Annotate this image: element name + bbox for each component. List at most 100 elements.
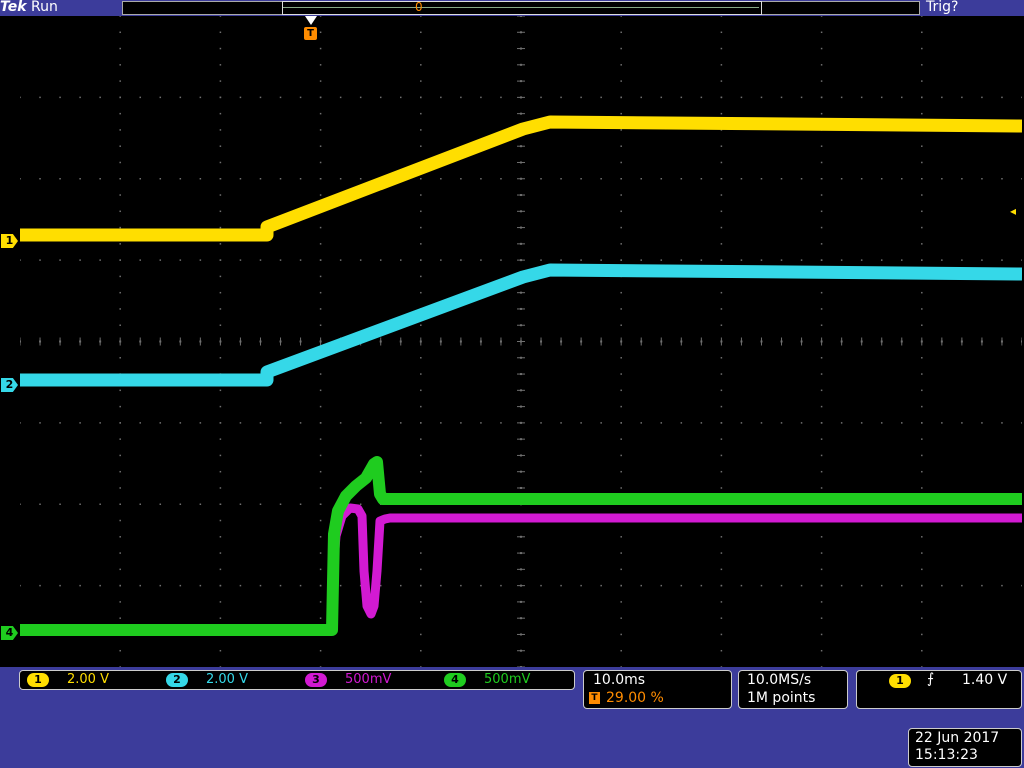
grid-dot bbox=[400, 259, 402, 261]
grid-dot bbox=[620, 291, 622, 294]
record-view-window[interactable] bbox=[282, 1, 762, 15]
channel-scale-readout[interactable]: 1 2.00 V 2 2.00 V 3 500mV 4 500mV bbox=[19, 670, 575, 690]
grid-dot bbox=[620, 16, 622, 17]
grid-dot bbox=[780, 178, 783, 180]
grid-dot bbox=[119, 194, 121, 196]
trigger-status: Trig? bbox=[926, 0, 959, 15]
ch1-readout[interactable]: 1 2.00 V bbox=[27, 672, 109, 687]
ch4-scale: 500mV bbox=[484, 672, 531, 687]
grid-dot bbox=[740, 584, 743, 587]
grid-dot bbox=[901, 422, 903, 424]
grid-dot bbox=[39, 422, 41, 424]
grid-dot bbox=[820, 324, 823, 326]
grid-dot bbox=[339, 584, 342, 587]
grid-dot bbox=[219, 16, 222, 17]
waveform-display[interactable]: T 1 2 4 ◂ bbox=[0, 16, 1024, 667]
grid-dot bbox=[119, 161, 121, 164]
grid-dot bbox=[59, 96, 61, 99]
grid-dot bbox=[580, 178, 582, 180]
grid-dot bbox=[59, 178, 61, 180]
grid-dot bbox=[99, 503, 101, 505]
grid-dot bbox=[780, 96, 783, 99]
grid-dot bbox=[319, 503, 322, 505]
ch1-ground-marker[interactable]: 1 bbox=[1, 234, 18, 248]
grid-dot bbox=[720, 536, 723, 538]
grid-dot bbox=[720, 112, 723, 115]
grid-dot bbox=[319, 568, 322, 571]
trigger-position-indicator[interactable]: T bbox=[304, 16, 318, 40]
grid-dot bbox=[299, 422, 302, 424]
grid-dot bbox=[620, 357, 622, 359]
grid-dot bbox=[760, 178, 763, 180]
grid-dot bbox=[259, 178, 262, 180]
grid-dot bbox=[720, 64, 723, 66]
ch4-ground-marker[interactable]: 4 bbox=[1, 626, 18, 640]
grid-dot bbox=[961, 96, 963, 99]
grid-dot bbox=[820, 243, 823, 245]
grid-dot bbox=[540, 422, 542, 424]
grid-dot bbox=[319, 96, 322, 99]
grid-dot bbox=[319, 259, 322, 261]
ch3-scale: 500mV bbox=[345, 672, 392, 687]
grid-dot bbox=[720, 438, 723, 440]
grid-dot bbox=[199, 422, 202, 424]
grid-dot bbox=[901, 259, 903, 261]
grid-dot bbox=[319, 275, 322, 278]
grid-dot bbox=[239, 259, 242, 261]
grid-dot bbox=[921, 161, 923, 164]
horizontal-readout[interactable]: 10.0ms T 29.00 % bbox=[583, 670, 732, 709]
grid-dot bbox=[420, 291, 422, 294]
grid-dot bbox=[820, 617, 823, 619]
grid-dot bbox=[480, 422, 482, 424]
grid-dot bbox=[279, 584, 282, 587]
ch4-readout[interactable]: 4 500mV bbox=[444, 672, 530, 687]
grid-dot bbox=[219, 64, 222, 66]
grid-dot bbox=[139, 422, 141, 424]
ch2-ground-marker[interactable]: 2 bbox=[1, 378, 18, 392]
grid-dot bbox=[921, 64, 923, 66]
grid-dot bbox=[99, 422, 101, 424]
grid-dot bbox=[820, 194, 823, 196]
grid-dot bbox=[820, 112, 823, 115]
grid-dot bbox=[560, 96, 562, 99]
grid-dot bbox=[760, 422, 763, 424]
grid-dot bbox=[99, 178, 101, 180]
grid-dot bbox=[961, 259, 963, 261]
trigger-position-badge: T bbox=[304, 27, 317, 40]
ch3-readout[interactable]: 3 500mV bbox=[305, 672, 391, 687]
ch3-badge: 3 bbox=[305, 672, 327, 687]
record-length: 1M points bbox=[747, 690, 816, 706]
grid-dot bbox=[359, 178, 362, 180]
grid-dot bbox=[219, 568, 222, 571]
grid-dot bbox=[680, 584, 683, 587]
grid-dot bbox=[880, 422, 883, 424]
grid-dot bbox=[319, 194, 322, 196]
grid-dot bbox=[199, 259, 202, 261]
grid-dot bbox=[640, 259, 642, 261]
date: 22 Jun 2017 bbox=[915, 730, 1000, 746]
grid-dot bbox=[219, 519, 222, 522]
grid-dot bbox=[219, 324, 222, 326]
grid-dot bbox=[820, 649, 823, 652]
grid-dot bbox=[420, 64, 422, 66]
grid-dot bbox=[921, 194, 923, 196]
grid-dot bbox=[219, 470, 222, 473]
grid-dot bbox=[620, 470, 622, 473]
grid-dot bbox=[119, 405, 121, 408]
grid-dot bbox=[319, 487, 322, 489]
ch2-readout[interactable]: 2 2.00 V bbox=[166, 672, 248, 687]
grid-dot bbox=[119, 438, 121, 440]
grid-dot bbox=[1001, 96, 1003, 99]
grid-dot bbox=[720, 324, 723, 326]
trigger-level-arrow-icon[interactable]: ◂ bbox=[1010, 204, 1016, 218]
grid-dot bbox=[981, 422, 983, 424]
grid-dot bbox=[219, 503, 222, 505]
grid-dot bbox=[339, 422, 342, 424]
grid-dot bbox=[420, 373, 422, 375]
trigger-readout[interactable]: 1 ⨍ 1.40 V bbox=[856, 670, 1022, 709]
acquisition-readout[interactable]: 10.0MS/s 1M points bbox=[738, 670, 848, 709]
grid-dot bbox=[460, 96, 462, 99]
grid-dot bbox=[219, 80, 222, 82]
rising-edge-icon: ⨍ bbox=[927, 671, 935, 687]
grid-dot bbox=[219, 47, 222, 50]
